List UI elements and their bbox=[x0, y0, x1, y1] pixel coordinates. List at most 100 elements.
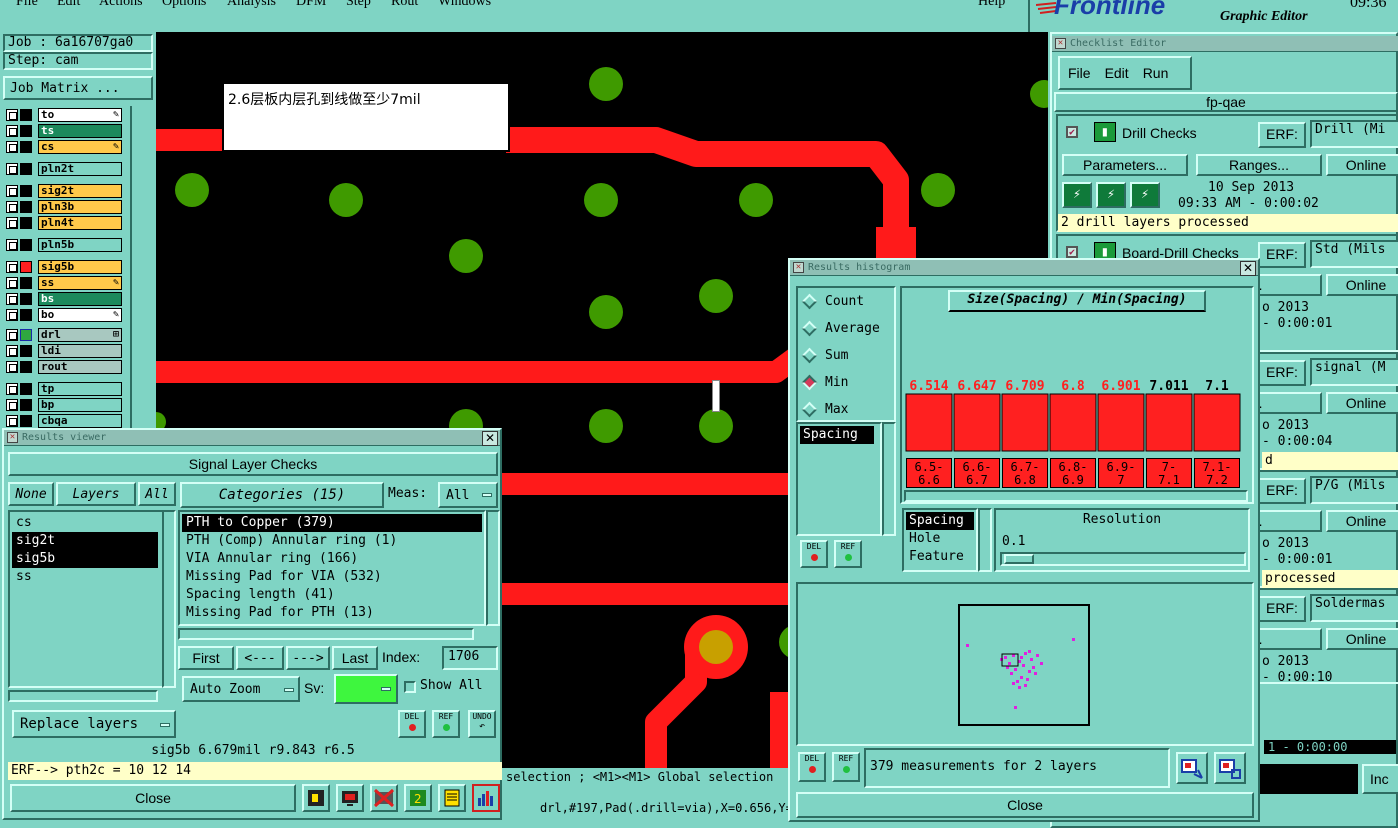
layer-row-to[interactable]: to ✎ bbox=[6, 108, 122, 122]
layer-toggle-checkbox[interactable] bbox=[6, 345, 18, 357]
layer-toggle-checkbox[interactable] bbox=[6, 141, 18, 153]
inc-button[interactable]: Inc bbox=[1362, 764, 1398, 794]
layer-name[interactable]: cbqa bbox=[38, 414, 122, 428]
axis-item[interactable]: Hole bbox=[906, 530, 974, 548]
erf-field[interactable]: Soldermas bbox=[1310, 594, 1398, 622]
checklist-menu-run[interactable]: Run bbox=[1143, 65, 1169, 81]
ranges-button[interactable]: Ranges... bbox=[1196, 154, 1322, 176]
layer-toggle-checkbox[interactable] bbox=[6, 163, 18, 175]
layer-row-rout[interactable]: rout bbox=[6, 360, 122, 374]
hist-del-button-2[interactable]: DEL bbox=[798, 752, 826, 782]
graph-view-icon[interactable] bbox=[302, 784, 330, 812]
online-button[interactable]: Online bbox=[1326, 154, 1398, 176]
last-button[interactable]: Last bbox=[332, 646, 378, 670]
layer-result-item[interactable]: cs bbox=[12, 514, 158, 532]
layer-name[interactable]: bp bbox=[38, 398, 122, 412]
window-menu-icon[interactable]: ✕ bbox=[793, 262, 804, 273]
next-button[interactable]: ---> bbox=[286, 646, 330, 670]
parameters-button[interactable]: Parameters... bbox=[1062, 154, 1188, 176]
layer-toggle-checkbox[interactable] bbox=[6, 361, 18, 373]
layer-name[interactable]: pln2t bbox=[38, 162, 122, 176]
report-icon[interactable] bbox=[438, 784, 466, 812]
layer-toggle-checkbox[interactable] bbox=[6, 399, 18, 411]
layer-toggle-checkbox[interactable] bbox=[6, 309, 18, 321]
layer-toggle-checkbox[interactable] bbox=[6, 217, 18, 229]
layer-result-item[interactable]: ss bbox=[12, 568, 158, 586]
layer-name[interactable]: sig5b bbox=[38, 260, 122, 274]
layer-row-tp[interactable]: tp bbox=[6, 382, 122, 396]
layer-toggle-checkbox[interactable] bbox=[6, 239, 18, 251]
layer-toggle-checkbox[interactable] bbox=[6, 383, 18, 395]
layer-result-item[interactable]: sig5b bbox=[12, 550, 158, 568]
run-step-icon[interactable]: ⚡ bbox=[1096, 182, 1126, 208]
category-item[interactable]: Missing Pad for VIA (532) bbox=[182, 568, 482, 586]
layer-name[interactable]: pln3b bbox=[38, 200, 122, 214]
layer-toggle-checkbox[interactable] bbox=[6, 185, 18, 197]
menu-rout[interactable]: Rout bbox=[391, 0, 418, 10]
layer-toggle-checkbox[interactable] bbox=[6, 109, 18, 121]
online-button[interactable]: Online bbox=[1326, 510, 1398, 532]
menu-file[interactable]: File bbox=[16, 0, 38, 10]
check-enable-checkbox[interactable]: ✔ bbox=[1066, 246, 1078, 258]
category-vscroll[interactable] bbox=[486, 510, 500, 626]
run-all-icon[interactable]: ⚡ bbox=[1130, 182, 1160, 208]
axis-item[interactable]: Feature bbox=[906, 548, 974, 566]
histogram-hscroll[interactable] bbox=[904, 490, 1248, 502]
categories-button[interactable]: Categories (15) bbox=[180, 482, 384, 508]
measure-item[interactable]: Spacing bbox=[800, 426, 874, 444]
category-item[interactable]: PTH to Copper (379) bbox=[182, 514, 482, 532]
layer-row-bo[interactable]: bo ✎ bbox=[6, 308, 122, 322]
layer-toggle-checkbox[interactable] bbox=[6, 293, 18, 305]
first-button[interactable]: First bbox=[178, 646, 234, 670]
clear-results-icon[interactable] bbox=[370, 784, 398, 812]
layer-toggle-checkbox[interactable] bbox=[6, 201, 18, 213]
online-button[interactable]: Online bbox=[1326, 274, 1398, 296]
layer-name[interactable]: cs ✎ bbox=[38, 140, 122, 154]
results-viewer-titlebar[interactable]: ✕ Results viewer bbox=[4, 430, 500, 446]
axis-item[interactable]: Spacing bbox=[906, 512, 974, 530]
layer-row-pln4t[interactable]: pln4t bbox=[6, 216, 122, 230]
category-item[interactable]: VIA Annular ring (166) bbox=[182, 550, 482, 568]
hist-del-button[interactable]: DEL bbox=[800, 540, 828, 568]
online-button[interactable]: Online bbox=[1326, 392, 1398, 414]
hist-ref-button[interactable]: REF bbox=[834, 540, 862, 568]
layer-toggle-checkbox[interactable] bbox=[6, 415, 18, 427]
annotation-note[interactable]: 2.6层板内层孔到线做至少7mil bbox=[222, 82, 510, 152]
layer-name[interactable]: pln5b bbox=[38, 238, 122, 252]
category-item[interactable]: Spacing length (41) bbox=[182, 586, 482, 604]
mode-radio-min[interactable]: Min bbox=[798, 369, 880, 396]
layer-scrollbar[interactable] bbox=[130, 106, 154, 432]
layer-name[interactable]: ts bbox=[38, 124, 122, 138]
layer-name[interactable]: rout bbox=[38, 360, 122, 374]
layer-row-ts[interactable]: ts bbox=[6, 124, 122, 138]
layers-none-button[interactable]: None bbox=[8, 482, 54, 506]
category-item[interactable]: PTH (Comp) Annular ring (1) bbox=[182, 532, 482, 550]
layer-toggle-checkbox[interactable] bbox=[6, 329, 18, 341]
show-all-checkbox[interactable] bbox=[404, 681, 416, 693]
window-menu-icon[interactable]: ✕ bbox=[7, 432, 18, 443]
checklist-menu-file[interactable]: File bbox=[1068, 65, 1091, 81]
category-item[interactable]: Missing Pad for PTH (13) bbox=[182, 604, 482, 622]
category-hscroll[interactable] bbox=[178, 628, 474, 640]
layer-row-bp[interactable]: bp bbox=[6, 398, 122, 412]
erf-field[interactable]: Std (Mils bbox=[1310, 240, 1398, 268]
scatter-plot[interactable] bbox=[958, 604, 1090, 726]
index-input[interactable]: 1706 bbox=[442, 646, 498, 670]
menu-actions[interactable]: Actions bbox=[99, 0, 143, 10]
meas-dropdown[interactable]: All bbox=[438, 482, 498, 508]
layer-row-cs[interactable]: cs ✎ bbox=[6, 140, 122, 154]
layer-name[interactable]: to ✎ bbox=[38, 108, 122, 122]
erf-field[interactable]: signal (M bbox=[1310, 358, 1398, 386]
layer-results-vscroll[interactable] bbox=[162, 510, 176, 688]
layer-name[interactable]: ss ✎ bbox=[38, 276, 122, 290]
resolution-slider[interactable] bbox=[1000, 552, 1246, 566]
menu-analysis[interactable]: Analysis bbox=[227, 0, 276, 10]
resolution-slider-thumb[interactable] bbox=[1004, 554, 1034, 564]
replace-layers-dropdown[interactable]: Replace layers bbox=[12, 710, 176, 738]
hist-ref-button-2[interactable]: REF bbox=[832, 752, 860, 782]
layer-row-ss[interactable]: ss ✎ bbox=[6, 276, 122, 290]
layer-toggle-checkbox[interactable] bbox=[6, 277, 18, 289]
check-name[interactable]: Drill Checks bbox=[1122, 125, 1197, 141]
layer-name[interactable]: sig2t bbox=[38, 184, 122, 198]
check-enable-checkbox[interactable]: ✔ bbox=[1066, 126, 1078, 138]
